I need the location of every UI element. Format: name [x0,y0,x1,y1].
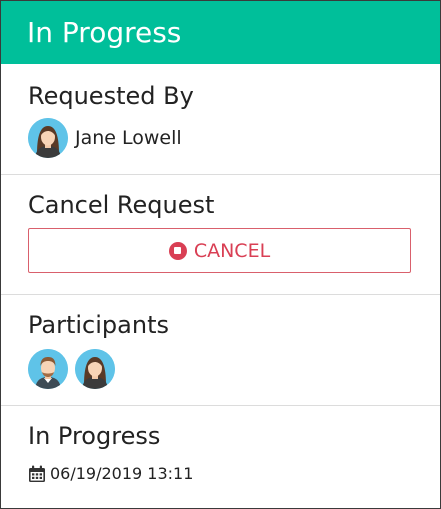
calendar-icon [29,465,45,482]
participants-section: Participants [1,295,440,406]
header-title: In Progress [27,16,182,49]
male-avatar-icon [28,349,68,389]
status-timestamp: 06/19/2019 13:11 [50,464,194,483]
status-section: In Progress 06/19/2019 13:11 [1,406,440,508]
request-status-panel: In Progress Requested By Jane Lowell Can… [0,0,441,509]
cancel-request-title: Cancel Request [28,191,215,219]
participant-list [28,349,440,389]
cancel-request-section: Cancel Request CANCEL [1,175,440,295]
cancel-button-label: CANCEL [193,239,271,262]
panel-header: In Progress [1,1,440,64]
requester-name: Jane Lowell [75,127,182,149]
status-title: In Progress [28,422,161,450]
requested-by-section: Requested By Jane Lowell [1,64,440,175]
stop-circle-icon [168,241,187,260]
requester: Jane Lowell [28,118,440,158]
cancel-button[interactable]: CANCEL [28,228,411,273]
female-avatar-icon [28,118,68,158]
participants-title: Participants [28,311,169,339]
requested-by-title: Requested By [28,82,194,110]
female-avatar-icon [75,349,115,389]
status-date: 06/19/2019 13:11 [28,464,440,483]
